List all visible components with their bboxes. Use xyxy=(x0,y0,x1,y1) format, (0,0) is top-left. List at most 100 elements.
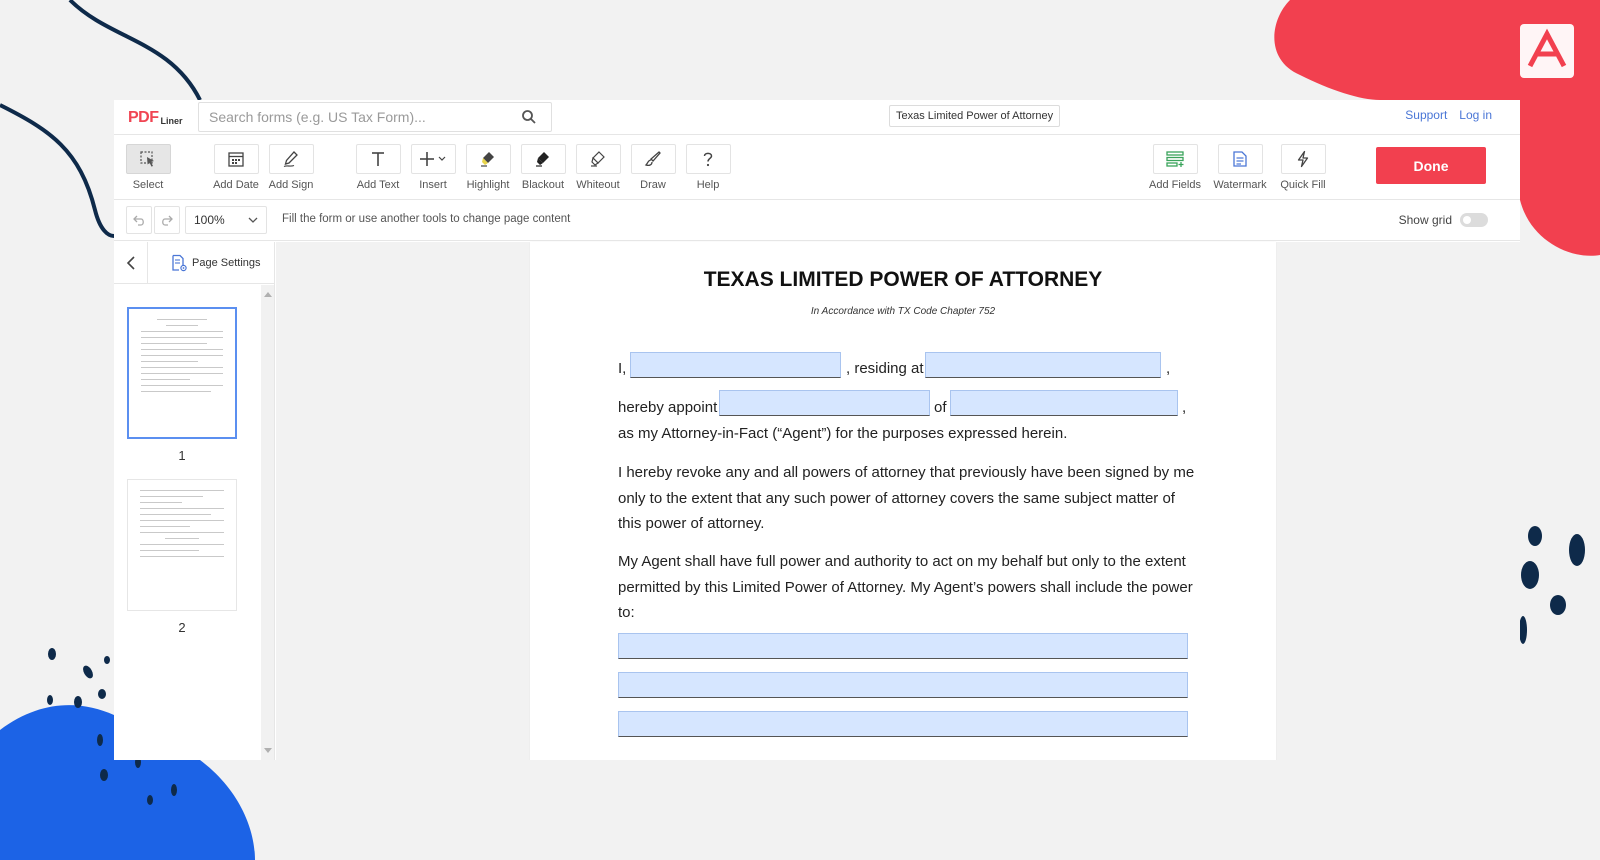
redo-icon xyxy=(162,215,173,226)
line2-suffix: , xyxy=(1182,399,1187,416)
pen-sign-icon xyxy=(268,144,314,174)
page-thumbnail-1[interactable] xyxy=(127,307,237,439)
whiteout-icon xyxy=(575,144,621,174)
page-settings-button[interactable]: Page Settings xyxy=(170,254,261,272)
page-thumbnail-2[interactable] xyxy=(127,479,237,611)
watermark-icon xyxy=(1217,144,1263,174)
redo-button[interactable] xyxy=(154,206,180,234)
tool-highlight[interactable]: Highlight xyxy=(458,144,518,191)
tool-add-sign[interactable]: Add Sign xyxy=(261,144,321,191)
chevron-down-icon xyxy=(248,217,258,223)
tool-quick-fill[interactable]: Quick Fill xyxy=(1273,144,1333,191)
login-link[interactable]: Log in xyxy=(1459,108,1492,122)
show-grid-label: Show grid xyxy=(1398,213,1452,227)
zoom-value: 100% xyxy=(194,213,225,227)
question-icon xyxy=(685,144,731,174)
sidebar-scrollbar[interactable] xyxy=(261,285,274,760)
lightning-icon xyxy=(1280,144,1326,174)
blackout-icon xyxy=(520,144,566,174)
scroll-down-arrow[interactable] xyxy=(264,748,272,753)
principal-name-field[interactable] xyxy=(630,352,841,378)
chevron-left-icon xyxy=(126,256,135,270)
tool-add-text[interactable]: Add Text xyxy=(348,144,408,191)
tool-label: Highlight xyxy=(466,179,510,191)
add-fields-icon xyxy=(1152,144,1198,174)
tool-label: Whiteout xyxy=(576,179,620,191)
undo-button[interactable] xyxy=(126,206,152,234)
tool-label: Add Sign xyxy=(268,179,314,191)
document-title: Texas Limited Power of Attorney xyxy=(889,105,1061,127)
line2-prefix: hereby appoint xyxy=(618,399,718,416)
brush-icon xyxy=(630,144,676,174)
tool-blackout[interactable]: Blackout xyxy=(513,144,573,191)
pdf-editor-window: PDF Liner Texas Limited Power of Attorne… xyxy=(114,100,1520,760)
line2-mid: of xyxy=(934,399,947,416)
tool-label: Watermark xyxy=(1213,179,1267,191)
logo-subtext: Liner xyxy=(160,116,183,126)
show-grid-toggle[interactable] xyxy=(1460,213,1488,227)
agent-address-field[interactable] xyxy=(950,390,1178,416)
tool-draw[interactable]: Draw xyxy=(623,144,683,191)
tool-label: Add Date xyxy=(213,179,259,191)
dark-curve-decoration xyxy=(68,0,202,101)
collapse-sidebar-button[interactable] xyxy=(114,242,148,284)
text-t-icon xyxy=(355,144,401,174)
line1-mid: , residing at xyxy=(846,360,924,377)
page-number-2: 2 xyxy=(178,620,186,635)
tool-whiteout[interactable]: Whiteout xyxy=(568,144,628,191)
tool-label: Blackout xyxy=(521,179,565,191)
form-subtitle: In Accordance with TX Code Chapter 752 xyxy=(810,306,996,317)
tool-label: Help xyxy=(696,179,720,191)
document-page: TEXAS LIMITED POWER OF ATTORNEY In Accor… xyxy=(530,242,1276,760)
app-header: PDF Liner Texas Limited Power of Attorne… xyxy=(114,100,1520,135)
form-title: TEXAS LIMITED POWER OF ATTORNEY xyxy=(703,268,1103,291)
power-field-2[interactable] xyxy=(618,672,1188,698)
page-number-1: 1 xyxy=(178,448,186,463)
power-field-1[interactable] xyxy=(618,633,1188,659)
tool-label: Add Fields xyxy=(1149,179,1201,191)
search-input[interactable] xyxy=(209,103,509,131)
show-grid-control: Show grid xyxy=(1399,213,1488,227)
search-icon[interactable] xyxy=(521,109,537,125)
tool-insert[interactable]: Insert xyxy=(403,144,463,191)
tool-select[interactable]: Select xyxy=(118,144,178,191)
tool-add-date[interactable]: Add Date xyxy=(206,144,266,191)
plus-icon xyxy=(410,144,456,174)
agent-powers-paragraph: My Agent shall have full power and autho… xyxy=(618,553,1193,621)
highlighter-icon xyxy=(465,144,511,174)
page-settings-label: Page Settings xyxy=(192,257,261,269)
calendar-icon xyxy=(213,144,259,174)
pdf-logo-decoration xyxy=(1520,24,1574,78)
undo-icon xyxy=(133,215,144,226)
revocation-paragraph: I hereby revoke any and all powers of at… xyxy=(618,464,1195,532)
page-settings-icon xyxy=(172,254,187,272)
tool-add-fields[interactable]: Add Fields xyxy=(1145,144,1205,191)
search-box xyxy=(198,102,552,132)
power-field-3[interactable] xyxy=(618,711,1188,737)
agent-name-field[interactable] xyxy=(719,390,930,416)
done-button[interactable]: Done xyxy=(1376,147,1486,184)
dark-curve-decoration-left xyxy=(0,103,115,238)
logo-text: PDF xyxy=(128,109,159,126)
line3-text: as my Attorney-in-Fact (“Agent”) for the… xyxy=(618,425,1068,442)
tool-label: Add Text xyxy=(356,179,400,191)
line1-prefix: I, xyxy=(618,360,627,377)
tool-label: Insert xyxy=(419,179,447,191)
principal-address-field[interactable] xyxy=(925,352,1161,378)
page-sidebar: Page Settings 1 2 xyxy=(114,242,275,760)
tool-label: Quick Fill xyxy=(1280,179,1326,191)
support-link[interactable]: Support xyxy=(1405,108,1447,122)
line1-suffix: , xyxy=(1166,360,1171,377)
tool-label: Select xyxy=(132,179,164,191)
zoom-select[interactable]: 100% xyxy=(185,206,267,234)
main-toolbar: Select Add Date Add Sign Add Text Insert xyxy=(114,136,1520,200)
page-thumbnails: 1 2 xyxy=(114,285,261,760)
editor-hint: Fill the form or use another tools to ch… xyxy=(282,213,571,225)
tool-watermark[interactable]: Watermark xyxy=(1210,144,1270,191)
header-links: Support Log in xyxy=(1405,108,1492,122)
sidebar-header: Page Settings xyxy=(114,242,274,284)
scroll-up-arrow[interactable] xyxy=(264,292,272,297)
select-cursor-icon xyxy=(125,144,171,174)
pdfliner-logo[interactable]: PDF Liner xyxy=(128,107,183,127)
tool-help[interactable]: Help xyxy=(678,144,738,191)
